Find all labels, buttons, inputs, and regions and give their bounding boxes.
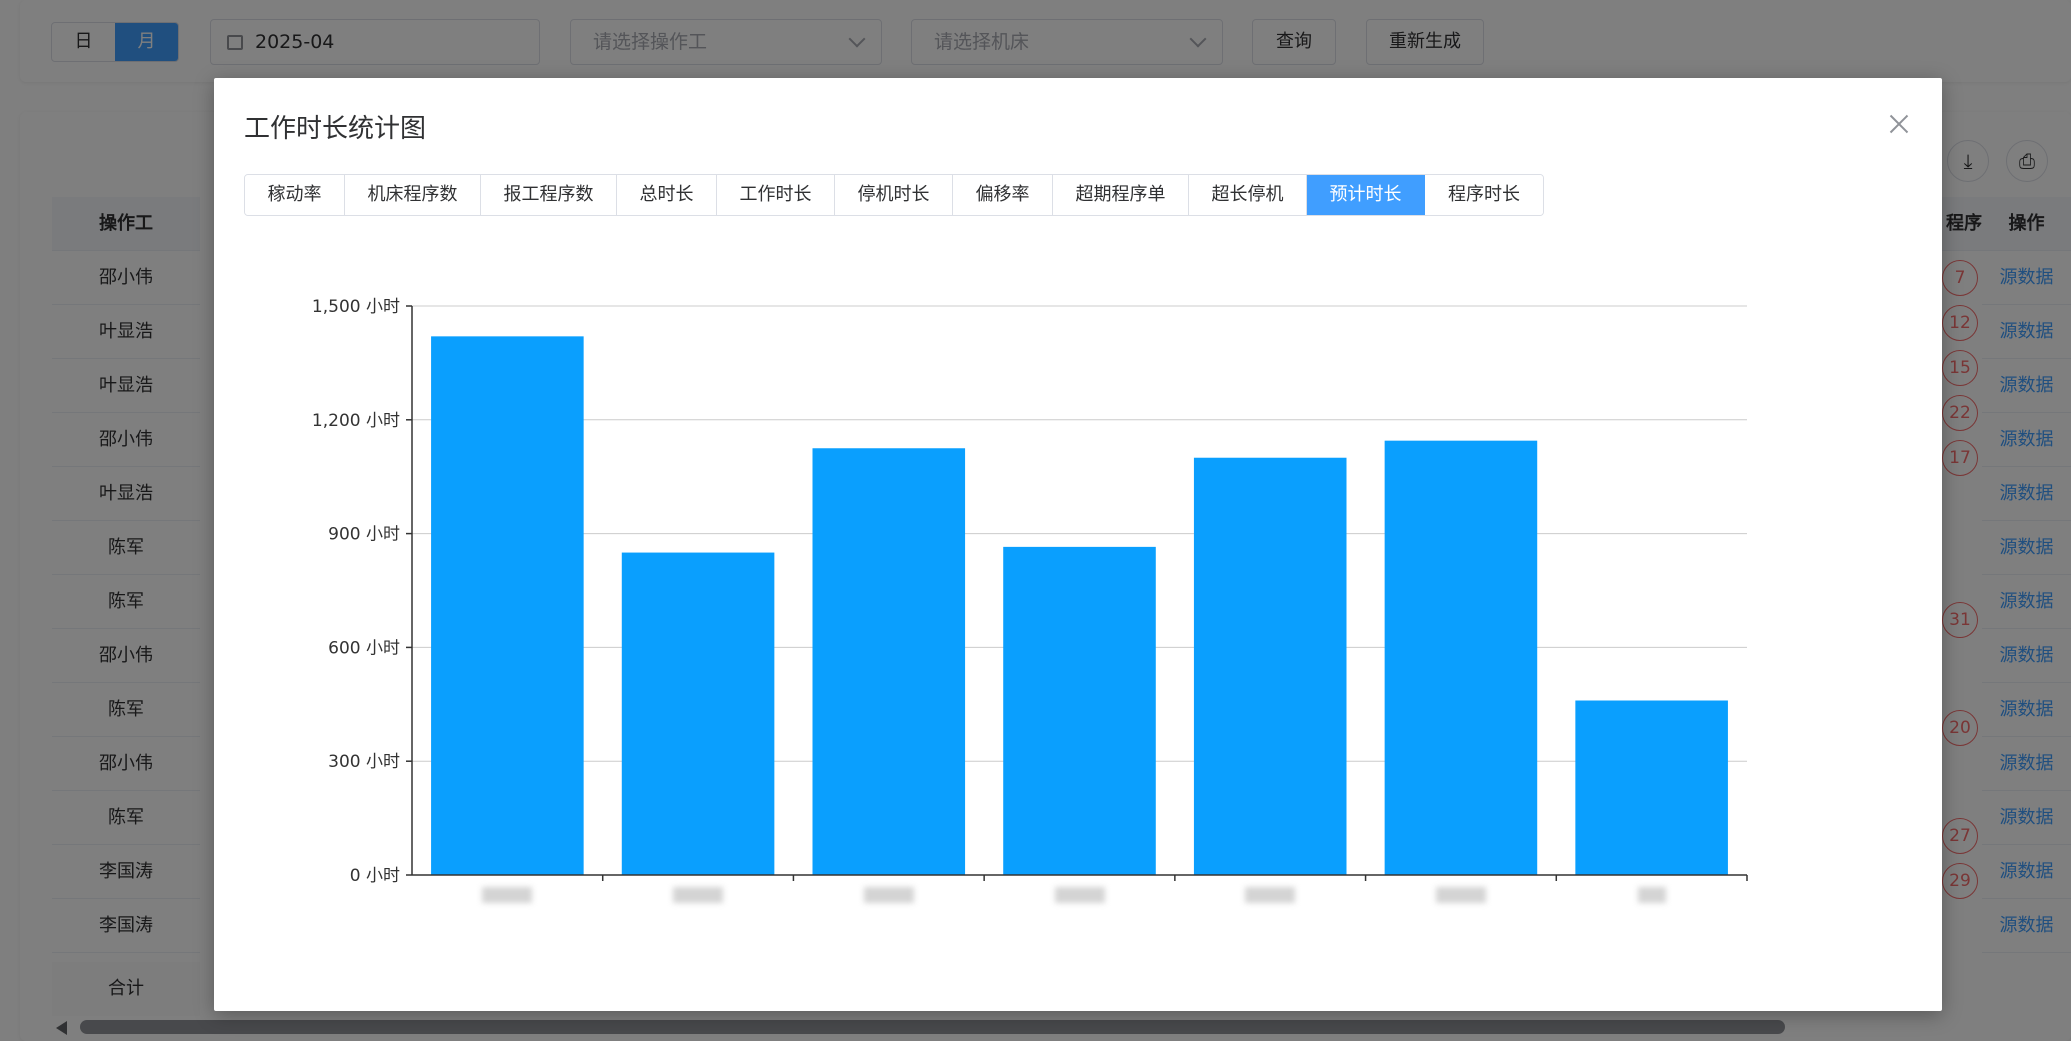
bar[interactable] (1384, 440, 1538, 875)
x-tick-label (1054, 887, 1105, 903)
x-tick-label (1245, 887, 1296, 903)
bar[interactable] (621, 552, 775, 875)
y-tick-label: 900 小时 (328, 525, 400, 545)
chart-dialog: 工作时长统计图 稼动率 机床程序数 报工程序数 总时长 工作时长 停机时长 偏移… (214, 78, 1942, 1011)
bar[interactable] (1193, 457, 1347, 875)
y-tick-label: 1,500 小时 (312, 297, 400, 317)
y-tick-label: 600 小时 (328, 638, 400, 658)
bar[interactable] (431, 336, 584, 875)
x-tick-label (482, 887, 533, 903)
chart-bars (431, 336, 1728, 875)
bar[interactable] (1575, 700, 1728, 875)
bar[interactable] (1003, 546, 1156, 875)
estimated-duration-bar-chart: 0 小时 300 小时 600 小时 900 小时 1,200 小时 1,500 小时 (312, 297, 1748, 886)
y-tick-label: 0 小时 (350, 866, 400, 886)
x-tick-label (1435, 887, 1486, 903)
x-tick-label (673, 887, 724, 903)
y-tick-label: 1,200 小时 (312, 411, 400, 431)
x-tick-label (863, 887, 914, 903)
x-tick-label (1637, 887, 1666, 903)
bar[interactable] (812, 448, 966, 875)
y-tick-label: 300 小时 (328, 752, 400, 772)
